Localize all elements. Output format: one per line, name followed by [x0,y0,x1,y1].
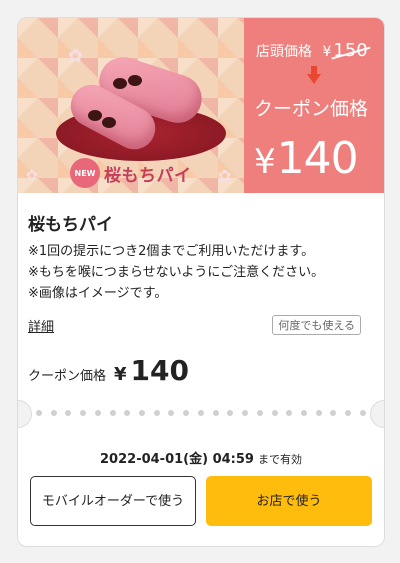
validity-suffix: まで有効 [257,453,302,466]
notch-right [370,400,384,428]
store-price: 店頭価格 ¥150 [256,40,368,61]
store-price-yen: ¥ [322,44,332,60]
bean-filling [88,110,102,121]
notch-left [18,400,32,428]
arrow-down-icon [307,66,321,84]
product-image: ✿ ✿ ✿ NEW 桜もちパイ [18,18,244,193]
reuse-badge: 何度でも使える [272,315,361,335]
price-label: クーポン価格 [28,369,107,384]
blossom-icon: ✿ [68,46,84,67]
validity-date: 2022-04-01(金) 04:59 [100,452,254,467]
perforation-divider [18,400,384,428]
bean-filling [113,78,127,89]
blossom-icon: ✿ [218,166,232,185]
coupon-banner: ✿ ✿ ✿ NEW 桜もちパイ 店頭価格 ¥150 クーポン価格 ¥140 [18,18,384,193]
blossom-icon: ✿ [26,168,38,184]
coupon-price-label: クーポン価格 [254,98,369,120]
coupon-price-yen: ¥ [254,142,276,182]
price-value: 140 [130,354,189,387]
store-price-old: 150 [333,40,368,61]
perforation-dots [36,410,366,416]
note-line: ※画像はイメージです。 [28,286,168,301]
use-in-store-button[interactable]: お店で使う [206,476,372,526]
bean-filling [128,75,142,86]
validity-text: 2022-04-01(金) 04:59 まで有効 [18,448,384,467]
product-title: 桜もちパイ [28,215,113,235]
price-yen: ¥ [114,364,127,385]
coupon-price-value: 140 [276,133,359,184]
bean-filling [102,117,116,128]
note-line: ※1回の提示につき2個までご利用いただけます。 [28,244,315,259]
note-line: ※もちを喉につまらせないようにご注意ください。 [28,265,325,280]
coupon-notes: ※1回の提示につき2個までご利用いただけます。 ※もちを喉につまらせないようにご… [28,241,324,304]
detail-link[interactable]: 詳細 [28,316,54,335]
logo-text: 桜もちパイ [104,165,192,186]
coupon-card: ✿ ✿ ✿ NEW 桜もちパイ 店頭価格 ¥150 クーポン価格 ¥140 桜も… [17,17,385,547]
coupon-price-big: ¥140 [254,133,359,184]
product-logo: NEW 桜もちパイ [70,158,192,188]
mobile-order-button[interactable]: モバイルオーダーで使う [30,476,196,526]
new-badge: NEW [70,158,100,188]
price-panel: 店頭価格 ¥150 クーポン価格 ¥140 [244,18,384,193]
coupon-price-row: クーポン価格 ¥ 140 [28,354,189,387]
store-price-label: 店頭価格 [256,44,312,60]
